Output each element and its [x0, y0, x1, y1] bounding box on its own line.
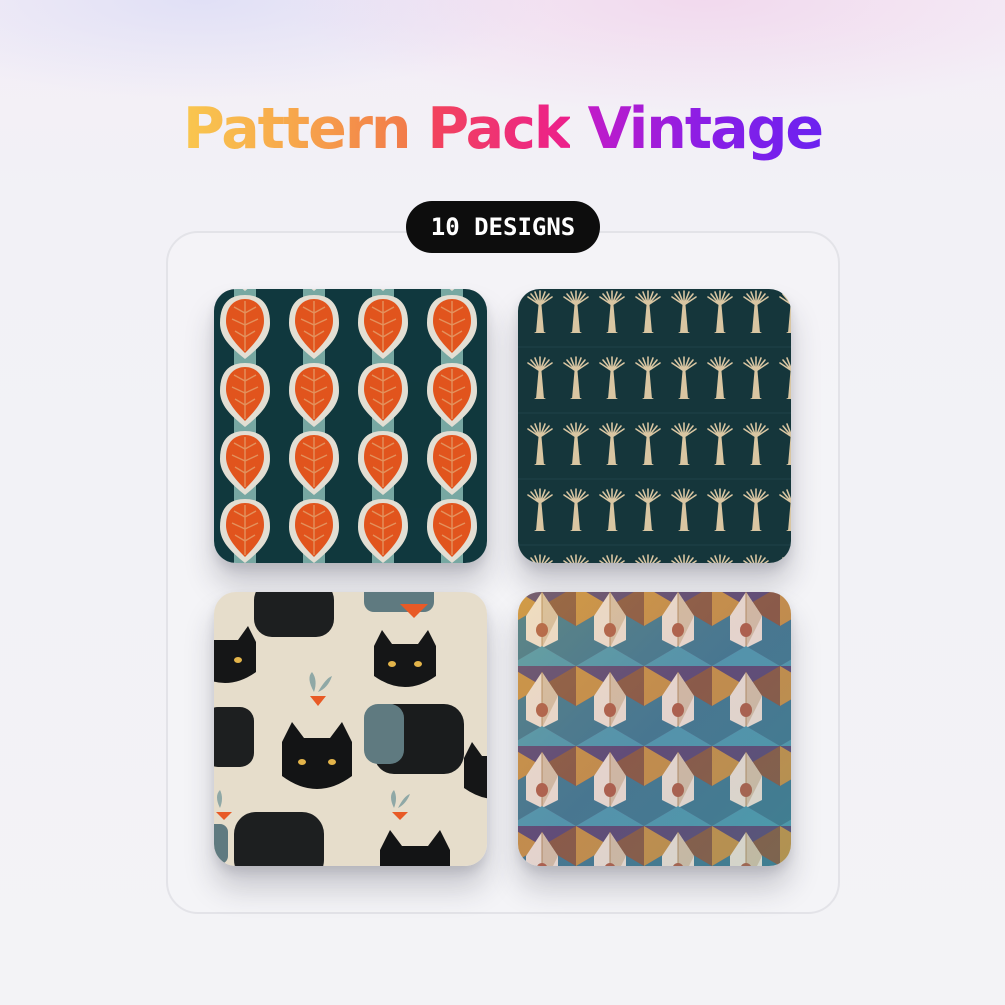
orange-leaf-pattern-icon	[214, 289, 487, 563]
pattern-tile-orange-leaves[interactable]	[214, 289, 487, 563]
title-word-pattern: Pattern	[182, 96, 412, 162]
designs-count-badge: 10 DESIGNS	[406, 201, 600, 253]
pattern-tile-black-cats[interactable]	[214, 592, 487, 866]
pattern-tile-geometric-crystals[interactable]	[518, 592, 791, 866]
title-word-vintage: Vintage	[587, 96, 824, 162]
title-word-pack: Pack	[427, 96, 571, 162]
pattern-tile-palm-trees[interactable]	[518, 289, 791, 563]
palm-tree-pattern-icon	[518, 289, 791, 563]
page-title: Pattern Pack Vintage	[0, 94, 1005, 164]
black-cat-pattern-icon	[214, 592, 487, 866]
designs-count-label: 10 DESIGNS	[430, 213, 576, 241]
geometric-crystal-pattern-icon	[518, 592, 791, 866]
